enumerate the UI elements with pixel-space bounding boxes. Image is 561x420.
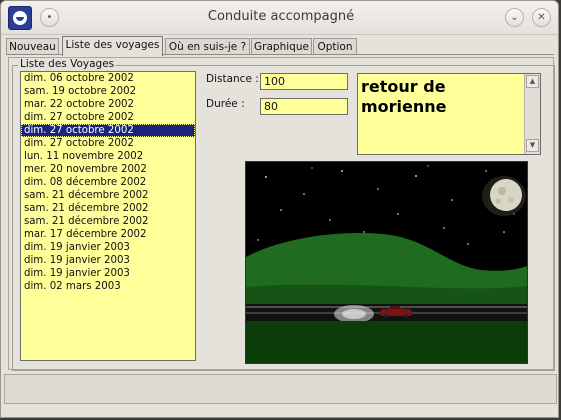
window-title: Conduite accompagné: [207, 9, 355, 24]
scroll-down-icon[interactable]: ▼: [526, 139, 539, 152]
close-button[interactable]: ✕: [532, 8, 551, 27]
list-item-selected[interactable]: dim. 27 octobre 2002: [21, 124, 195, 137]
tab-nouveau[interactable]: Nouveau: [6, 38, 59, 55]
groupbox-title: Liste des Voyages: [18, 58, 117, 70]
list-item[interactable]: dim. 27 octobre 2002: [21, 137, 195, 150]
night-scene-image: [246, 162, 527, 363]
list-item[interactable]: mar. 22 octobre 2002: [21, 98, 195, 111]
tab-ou-en-suis-je[interactable]: Où en suis-je ?: [165, 38, 250, 55]
notes-scrollbar[interactable]: ▲ ▼: [524, 74, 540, 154]
list-item[interactable]: dim. 06 octobre 2002: [21, 72, 195, 85]
scroll-up-icon[interactable]: ▲: [526, 75, 539, 88]
list-item[interactable]: dim. 19 janvier 2003: [21, 241, 195, 254]
app-logo-icon: [8, 6, 32, 30]
minimize-button[interactable]: ⌄: [505, 8, 524, 27]
duree-field[interactable]: 80: [260, 98, 348, 115]
list-item[interactable]: dim. 02 mars 2003: [21, 280, 195, 293]
notes-text: retour de morienne: [361, 77, 447, 116]
night-road-illustration: [245, 161, 528, 364]
list-item[interactable]: sam. 21 décembre 2002: [21, 215, 195, 228]
list-item[interactable]: sam. 19 octobre 2002: [21, 85, 195, 98]
app-window: • Conduite accompagné ⌄ ✕ Nouveau Liste …: [0, 0, 559, 418]
notes-textarea[interactable]: retour de morienne ▲ ▼: [357, 73, 541, 155]
list-item[interactable]: dim. 08 décembre 2002: [21, 176, 195, 189]
distance-field[interactable]: 100: [260, 73, 348, 90]
shade-button[interactable]: •: [40, 8, 59, 27]
list-item[interactable]: sam. 21 décembre 2002: [21, 189, 195, 202]
distance-label: Distance :: [206, 73, 259, 85]
title-bar[interactable]: • Conduite accompagné ⌄ ✕: [1, 1, 558, 35]
moon: [482, 176, 526, 216]
list-item[interactable]: dim. 19 janvier 2003: [21, 254, 195, 267]
list-item[interactable]: dim. 19 janvier 2003: [21, 267, 195, 280]
tab-graphique[interactable]: Graphique: [251, 38, 312, 55]
tab-option[interactable]: Option: [313, 38, 357, 55]
list-item[interactable]: mer. 20 novembre 2002: [21, 163, 195, 176]
list-item[interactable]: sam. 21 décembre 2002: [21, 202, 195, 215]
duree-label: Durée :: [206, 98, 245, 110]
tab-liste-des-voyages[interactable]: Liste des voyages: [62, 36, 163, 56]
status-bar: [4, 374, 557, 404]
list-item[interactable]: dim. 27 octobre 2002: [21, 111, 195, 124]
trips-list[interactable]: dim. 06 octobre 2002 sam. 19 octobre 200…: [20, 71, 196, 361]
list-item[interactable]: mar. 17 décembre 2002: [21, 228, 195, 241]
list-item[interactable]: lun. 11 novembre 2002: [21, 150, 195, 163]
